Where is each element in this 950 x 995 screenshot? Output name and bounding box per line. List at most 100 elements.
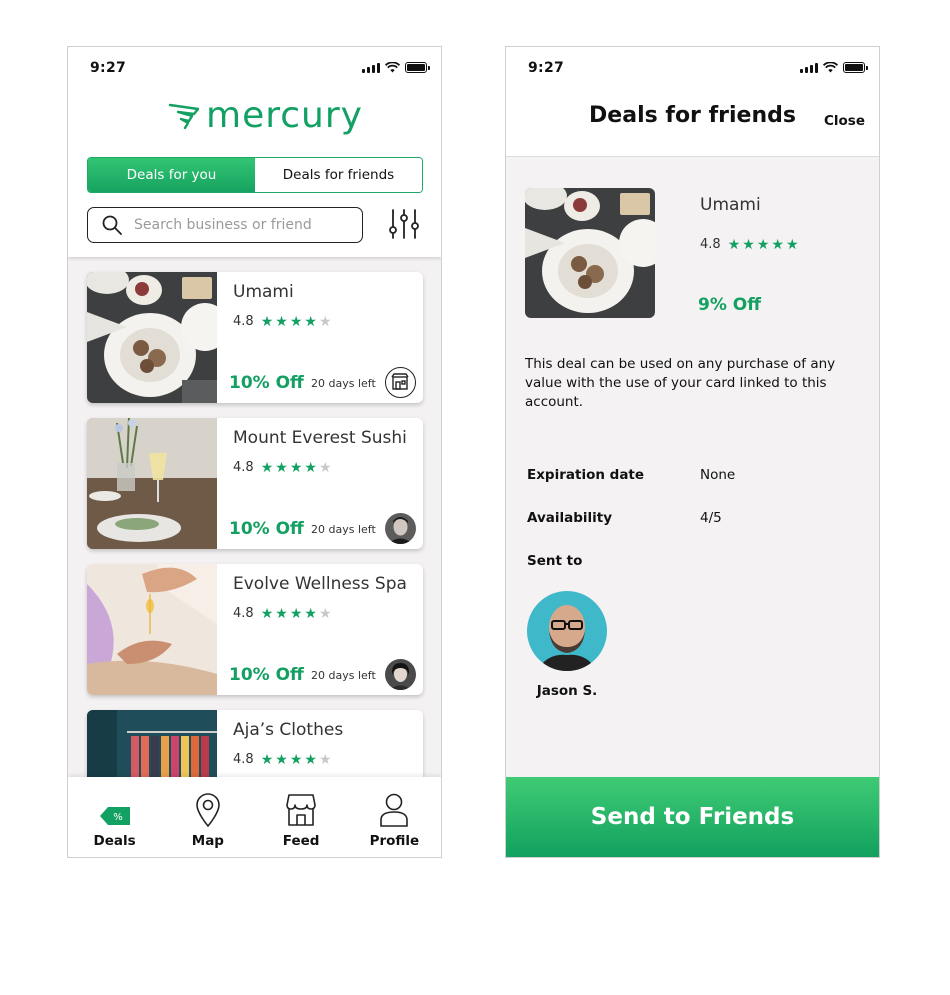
business-name: Umami bbox=[700, 195, 761, 215]
friend-name: Jason S. bbox=[536, 683, 598, 699]
star-icon: ★ bbox=[275, 751, 288, 768]
deal-photo bbox=[87, 418, 217, 549]
profile-icon bbox=[380, 793, 409, 827]
search-icon bbox=[102, 215, 122, 235]
business-name: Umami bbox=[233, 282, 294, 302]
star-icon: ★ bbox=[318, 313, 332, 330]
business-name: Aja’s Clothes bbox=[233, 720, 344, 740]
star-icon: ★ bbox=[318, 459, 332, 476]
search-box bbox=[87, 207, 363, 243]
tab-deals-for-you[interactable]: Deals for you bbox=[88, 158, 255, 192]
star-icon: ★ bbox=[260, 751, 274, 768]
tab-feed[interactable]: Feed bbox=[255, 777, 348, 857]
tab-label: Feed bbox=[282, 833, 320, 849]
star-icon: ★ bbox=[304, 313, 317, 330]
send-to-friends-button[interactable]: Send to Friends bbox=[506, 777, 879, 857]
rating: 4.8 ★ ★ ★ ★ ★ bbox=[233, 460, 332, 475]
deals-header: 9:27 mercury Deals for you Deals for fri… bbox=[68, 47, 441, 257]
availability-value: 4/5 bbox=[700, 510, 722, 526]
star-icon: ★ bbox=[260, 459, 274, 476]
status-icons bbox=[800, 62, 868, 73]
rating-value: 4.8 bbox=[233, 314, 254, 329]
star-icon: ★ bbox=[275, 313, 288, 330]
days-left: 20 days left bbox=[311, 669, 376, 682]
rating-value: 4.8 bbox=[700, 237, 721, 252]
deal-description: This deal can be used on any purchase of… bbox=[525, 356, 836, 410]
store-icon bbox=[385, 367, 416, 398]
logo-text: mercury bbox=[206, 95, 363, 136]
mercury-logo: mercury bbox=[168, 95, 363, 136]
star-icon: ★ bbox=[771, 236, 784, 253]
wifi-icon bbox=[385, 62, 400, 73]
tab-deals[interactable]: % Deals bbox=[68, 777, 161, 857]
deal-card[interactable]: Evolve Wellness Spa 4.8 ★ ★ ★ ★ ★ 10% Off 20… bbox=[87, 564, 423, 695]
business-name: Evolve Wellness Spa bbox=[233, 574, 407, 594]
star-icon: ★ bbox=[275, 605, 288, 622]
star-icon: ★ bbox=[756, 236, 770, 253]
star-icon: ★ bbox=[304, 751, 317, 768]
signal-icon bbox=[800, 62, 818, 73]
star-icon: ★ bbox=[785, 236, 799, 253]
deal-detail-screen: 9:27 Deals for friends Close Umami 4.8 ★… bbox=[505, 46, 880, 858]
tab-profile[interactable]: Profile bbox=[348, 777, 441, 857]
discount-label: 10% Off bbox=[229, 373, 304, 393]
availability-label: Availability bbox=[527, 510, 613, 526]
business-name: Mount Everest Sushi bbox=[233, 428, 407, 448]
discount-label: 10% Off bbox=[229, 665, 304, 685]
rating-value: 4.8 bbox=[233, 460, 254, 475]
friend-avatar bbox=[385, 513, 416, 544]
rating: 4.8 ★ ★ ★ ★ ★ bbox=[700, 237, 799, 252]
battery-icon bbox=[405, 62, 430, 73]
close-button[interactable]: Close bbox=[824, 113, 865, 129]
tab-map[interactable]: Map bbox=[161, 777, 254, 857]
wifi-icon bbox=[823, 62, 838, 73]
friend-avatar bbox=[385, 659, 416, 690]
status-time: 9:27 bbox=[90, 60, 127, 76]
rating-value: 4.8 bbox=[233, 606, 254, 621]
deal-card[interactable]: Mount Everest Sushi 4.8 ★ ★ ★ ★ ★ 10% Off 20… bbox=[87, 418, 423, 549]
rating: 4.8 ★ ★ ★ ★ ★ bbox=[233, 314, 332, 329]
star-icon: ★ bbox=[304, 459, 317, 476]
discount-label: 9% Off bbox=[698, 295, 762, 315]
rating: 4.8 ★ ★ ★ ★ ★ bbox=[233, 606, 332, 621]
days-left: 20 days left bbox=[311, 523, 376, 536]
tab-label: Deals bbox=[93, 833, 136, 849]
tab-label: Map bbox=[191, 833, 224, 849]
star-icon: ★ bbox=[260, 605, 274, 622]
star-icon: ★ bbox=[742, 236, 755, 253]
signal-icon bbox=[362, 62, 380, 73]
rating-value: 4.8 bbox=[233, 752, 254, 767]
friend-avatar[interactable] bbox=[527, 591, 607, 671]
star-icon: ★ bbox=[727, 236, 741, 253]
deals-screen: 9:27 mercury Deals for you Deals for fri… bbox=[67, 46, 442, 858]
status-time: 9:27 bbox=[528, 60, 565, 76]
days-left: 20 days left bbox=[311, 377, 376, 390]
battery-icon bbox=[843, 62, 868, 73]
detail-header: 9:27 Deals for friends Close bbox=[506, 47, 879, 157]
star-icon: ★ bbox=[289, 459, 303, 476]
deals-segmented-control: Deals for you Deals for friends bbox=[87, 157, 423, 193]
expiration-label: Expiration date bbox=[527, 467, 645, 483]
map-pin-icon bbox=[196, 793, 220, 827]
storefront-icon bbox=[286, 794, 316, 826]
star-icon: ★ bbox=[289, 605, 303, 622]
svg-text:%: % bbox=[113, 812, 123, 823]
deal-card[interactable]: Umami 4.8 ★ ★ ★ ★ ★ 10% Off 20 days left bbox=[87, 272, 423, 403]
deal-photo bbox=[87, 272, 217, 403]
rating: 4.8 ★ ★ ★ ★ ★ bbox=[233, 752, 332, 767]
wing-icon bbox=[168, 103, 200, 129]
expiration-value: None bbox=[700, 467, 736, 483]
star-icon: ★ bbox=[260, 313, 274, 330]
star-icon: ★ bbox=[289, 313, 303, 330]
tab-label: Profile bbox=[369, 833, 420, 849]
search-input[interactable] bbox=[134, 217, 354, 233]
deal-photo bbox=[87, 564, 217, 695]
business-photo bbox=[525, 188, 655, 318]
discount-label: 10% Off bbox=[229, 519, 304, 539]
status-icons bbox=[362, 62, 430, 73]
filter-icon[interactable] bbox=[388, 208, 420, 240]
star-icon: ★ bbox=[318, 605, 332, 622]
star-icon: ★ bbox=[275, 459, 288, 476]
tab-deals-for-friends[interactable]: Deals for friends bbox=[255, 158, 422, 192]
star-icon: ★ bbox=[318, 751, 332, 768]
